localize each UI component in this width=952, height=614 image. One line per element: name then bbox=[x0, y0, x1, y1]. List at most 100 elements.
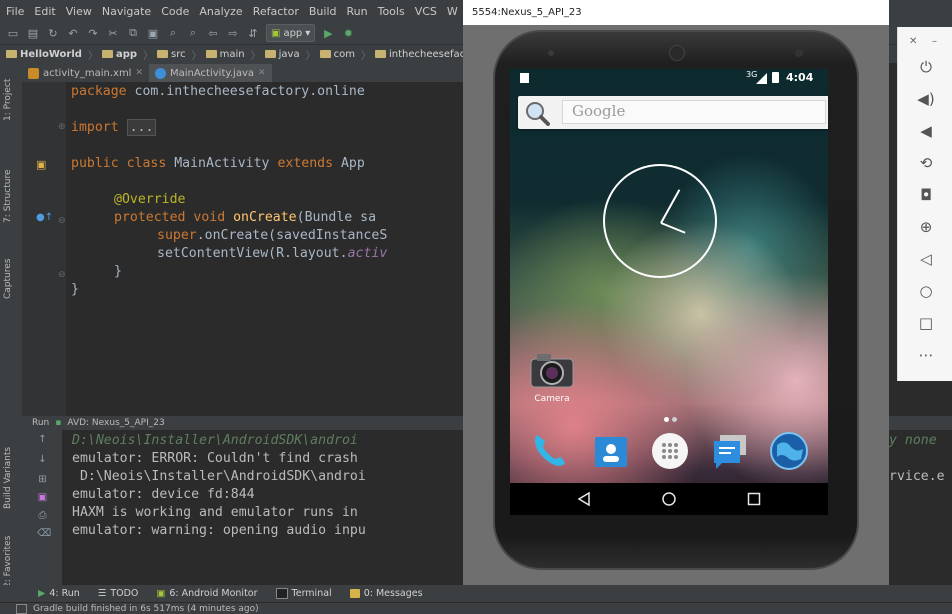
browser-icon[interactable] bbox=[767, 429, 811, 473]
tool-todo[interactable]: ☰ TODO bbox=[89, 588, 148, 599]
messages-icon[interactable] bbox=[708, 429, 752, 473]
search-icon bbox=[526, 102, 550, 126]
tab-mainactivity-java[interactable]: MainActivity.java ✕ bbox=[149, 64, 272, 82]
folded-imports[interactable]: ... bbox=[126, 119, 157, 136]
redo-icon[interactable]: ↷ bbox=[86, 26, 100, 40]
breadcrumb-java[interactable]: java 〉 bbox=[263, 47, 318, 62]
tool-messages[interactable]: 0: Messages bbox=[341, 588, 432, 599]
copy-icon[interactable]: ⧉ bbox=[126, 26, 140, 40]
menu-build[interactable]: Build bbox=[304, 5, 342, 18]
rotate-icon[interactable]: ⟲ bbox=[916, 153, 936, 173]
forward-arrow-icon[interactable]: ⇨ bbox=[226, 26, 240, 40]
scroll-to-end-icon[interactable]: ▣ bbox=[37, 492, 48, 503]
make-project-icon[interactable]: ⇵ bbox=[246, 26, 260, 40]
messages-icon bbox=[349, 589, 360, 598]
terminal-icon bbox=[275, 588, 288, 599]
tab-activity-main-xml[interactable]: activity_main.xml ✕ bbox=[22, 64, 149, 82]
save-icon[interactable]: ▤ bbox=[26, 26, 40, 40]
menu-refactor[interactable]: Refactor bbox=[248, 5, 304, 18]
sync-icon[interactable]: ↻ bbox=[46, 26, 60, 40]
fold-marker-icon[interactable]: ⊕ bbox=[58, 122, 66, 132]
captures-tool-tab[interactable]: Captures bbox=[3, 259, 13, 299]
structure-tool-tab[interactable]: 7: Structure bbox=[3, 170, 13, 224]
volume-up-icon[interactable]: ◀) bbox=[916, 89, 936, 109]
menu-view[interactable]: View bbox=[61, 5, 97, 18]
sensor-icon bbox=[548, 50, 554, 56]
back-icon[interactable] bbox=[576, 491, 592, 507]
back-arrow-icon[interactable]: ⇦ bbox=[206, 26, 220, 40]
close-icon[interactable]: ✕ bbox=[135, 68, 143, 78]
replace-icon[interactable]: ⌕ bbox=[186, 26, 200, 40]
menu-file[interactable]: File bbox=[0, 5, 29, 18]
contacts-icon[interactable] bbox=[589, 429, 633, 473]
menu-run[interactable]: Run bbox=[342, 5, 373, 18]
apps-icon[interactable] bbox=[648, 429, 692, 473]
tool-run[interactable]: ▶ 4: Run bbox=[0, 588, 89, 599]
more-icon[interactable]: ⋯ bbox=[916, 345, 936, 365]
menu-window[interactable]: W bbox=[442, 5, 463, 18]
tool-windows-icon[interactable] bbox=[16, 603, 27, 614]
speaker-icon bbox=[669, 45, 685, 61]
menu-tools[interactable]: Tools bbox=[373, 5, 410, 18]
find-icon[interactable]: ⌕ bbox=[166, 26, 180, 40]
undo-icon[interactable]: ↶ bbox=[66, 26, 80, 40]
print-icon[interactable]: ⎙ bbox=[37, 510, 48, 521]
recents-icon[interactable] bbox=[746, 491, 762, 507]
fold-marker-icon[interactable]: ⊖ bbox=[58, 216, 66, 226]
run-icon[interactable]: ▶ bbox=[321, 26, 335, 40]
run-config-label: app bbox=[283, 27, 303, 39]
code-token: @Override bbox=[114, 192, 186, 207]
close-icon[interactable]: ✕ bbox=[258, 68, 266, 78]
open-folder-icon[interactable]: ▭ bbox=[6, 26, 20, 40]
fold-marker-icon[interactable]: ⊖ bbox=[58, 270, 66, 280]
menu-edit[interactable]: Edit bbox=[29, 5, 60, 18]
phone-icon[interactable] bbox=[527, 429, 571, 473]
screenshot-icon[interactable]: ◘ bbox=[916, 185, 936, 205]
override-marker-icon[interactable]: ●↑ bbox=[36, 212, 53, 223]
breadcrumb-app[interactable]: app 〉 bbox=[100, 47, 155, 62]
menu-code[interactable]: Code bbox=[156, 5, 194, 18]
breadcrumb-main[interactable]: main 〉 bbox=[204, 47, 263, 62]
favorites-tool-tab[interactable]: 2: Favorites bbox=[3, 536, 13, 588]
overview-icon[interactable]: □ bbox=[916, 313, 936, 333]
scroll-up-icon[interactable]: ↑ bbox=[37, 434, 48, 445]
menu-vcs[interactable]: VCS bbox=[410, 5, 442, 18]
soft-wrap-icon[interactable]: ⊞ bbox=[37, 474, 48, 485]
breadcrumb-com[interactable]: com 〉 bbox=[318, 47, 373, 62]
run-config-tab[interactable]: AVD: Nexus_5_API_23 bbox=[67, 418, 164, 428]
back-icon[interactable]: ◁ bbox=[916, 249, 936, 269]
device-screen[interactable]: 3G 4:04 Google Camera bbox=[510, 69, 828, 515]
scroll-down-icon[interactable]: ↓ bbox=[37, 454, 48, 465]
camera-app-icon[interactable]: Camera bbox=[524, 351, 580, 404]
home-icon[interactable] bbox=[661, 491, 677, 507]
code-editor[interactable]: package com.inthecheesefactory.online im… bbox=[66, 82, 465, 416]
code-line: } bbox=[71, 282, 79, 297]
clear-all-icon[interactable]: ⌫ bbox=[37, 528, 51, 539]
minimize-icon[interactable]: – bbox=[932, 36, 937, 47]
zoom-icon[interactable]: ⊕ bbox=[916, 217, 936, 237]
home-icon[interactable]: ○ bbox=[916, 281, 936, 301]
android-icon: ▣ bbox=[271, 27, 281, 39]
analog-clock[interactable] bbox=[603, 164, 717, 278]
status-bar: Gradle build finished in 6s 517ms (4 min… bbox=[0, 602, 952, 614]
menu-analyze[interactable]: Analyze bbox=[194, 5, 247, 18]
project-tool-tab[interactable]: 1: Project bbox=[3, 79, 13, 121]
cut-icon[interactable]: ✂ bbox=[106, 26, 120, 40]
build-variants-tool-tab[interactable]: Build Variants bbox=[3, 447, 13, 509]
code-token: setContentView(R.layout. bbox=[157, 246, 348, 261]
tool-android-monitor[interactable]: ▣ 6: Android Monitor bbox=[147, 588, 266, 599]
google-search-bar[interactable]: Google bbox=[518, 96, 828, 129]
emulator-title-bar[interactable]: 5554:Nexus_5_API_23 bbox=[463, 0, 889, 25]
menu-navigate[interactable]: Navigate bbox=[97, 5, 156, 18]
tool-terminal[interactable]: Terminal bbox=[267, 588, 341, 599]
close-icon[interactable]: ✕ bbox=[909, 36, 917, 47]
breadcrumb-package[interactable]: inthecheesefact bbox=[373, 49, 471, 60]
run-config-select[interactable]: ▣ app ▾ bbox=[266, 24, 316, 42]
code-token: onCreate bbox=[225, 210, 297, 225]
breadcrumb-helloworld[interactable]: HelloWorld 〉 bbox=[4, 47, 100, 62]
power-icon[interactable]: ⏻ bbox=[916, 57, 936, 77]
debug-icon[interactable]: ✹ bbox=[341, 26, 355, 40]
paste-icon[interactable]: ▣ bbox=[146, 26, 160, 40]
breadcrumb-src[interactable]: src 〉 bbox=[155, 47, 204, 62]
volume-down-icon[interactable]: ◀ bbox=[916, 121, 936, 141]
